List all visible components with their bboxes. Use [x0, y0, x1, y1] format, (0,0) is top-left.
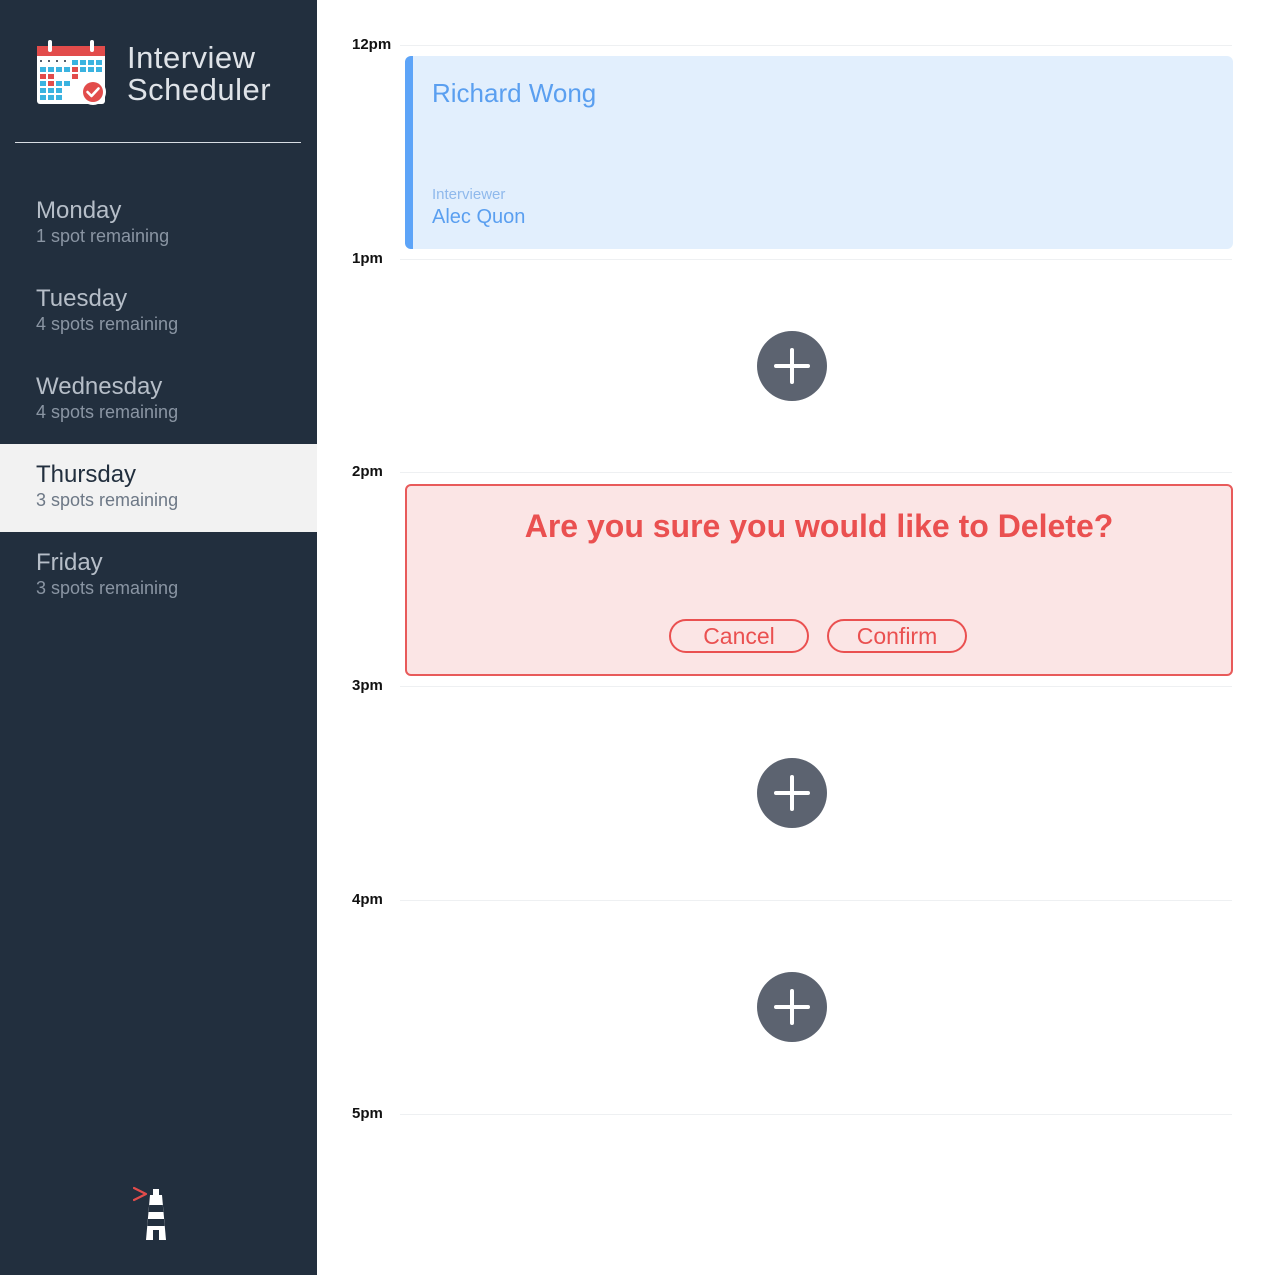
add-appointment-button[interactable] — [757, 331, 827, 401]
time-slot-2pm: 2pm Are you sure you would like to Delet… — [317, 463, 1268, 686]
day-name: Wednesday — [36, 373, 163, 400]
day-item-thursday[interactable]: Thursday 3 spots remaining — [0, 444, 317, 532]
slot-time: 5pm — [352, 1105, 383, 1122]
slot-time: 4pm — [352, 891, 383, 908]
confirm-button[interactable]: Confirm — [827, 619, 967, 653]
app-title: Interview Scheduler — [127, 42, 271, 106]
app-title-line2: Scheduler — [127, 72, 272, 107]
day-spots: 4 spots remaining — [36, 402, 179, 422]
day-item-friday[interactable]: Friday 3 spots remaining — [0, 532, 317, 620]
slot-divider — [400, 1114, 1232, 1115]
app-title-line1: Interview — [127, 40, 256, 75]
time-slot-4pm: 4pm — [317, 891, 1268, 1114]
slot-divider — [400, 45, 1232, 46]
day-item-tuesday[interactable]: Tuesday 4 spots remaining — [0, 268, 317, 356]
day-spots: 3 spots remaining — [36, 490, 179, 510]
confirmation-actions: Cancel Confirm — [669, 619, 969, 653]
day-name: Thursday — [36, 461, 137, 488]
cancel-button[interactable]: Cancel — [669, 619, 809, 653]
calendar-check-icon — [37, 40, 106, 105]
slot-time: 12pm — [352, 36, 392, 53]
time-slot-3pm: 3pm — [317, 677, 1268, 900]
slot-time: 2pm — [352, 463, 383, 480]
time-slot-5pm: 5pm — [317, 1105, 1268, 1234]
time-slot-12pm: 12pm Richard Wong Interviewer Alec Quon — [317, 36, 1268, 259]
day-item-wednesday[interactable]: Wednesday 4 spots remaining — [0, 356, 317, 444]
sidebar-divider — [15, 142, 301, 143]
schedule: 12pm Richard Wong Interviewer Alec Quon … — [317, 0, 1268, 1275]
day-list: Monday 1 spot remaining Tuesday 4 spots … — [0, 180, 317, 620]
day-spots: 4 spots remaining — [36, 314, 179, 334]
sidebar: Interview Scheduler Monday 1 spot remain… — [0, 0, 317, 1275]
appointment-card[interactable]: Richard Wong Interviewer Alec Quon — [405, 56, 1233, 249]
brand: Interview Scheduler — [36, 40, 286, 110]
day-spots: 3 spots remaining — [36, 578, 179, 598]
time-slot-1pm: 1pm — [317, 250, 1268, 473]
day-name: Friday — [36, 549, 103, 576]
lighthouse-icon — [133, 1186, 166, 1240]
day-spots: 1 spot remaining — [36, 226, 170, 246]
slot-time: 1pm — [352, 250, 383, 267]
day-name: Tuesday — [36, 285, 128, 312]
delete-confirmation: Are you sure you would like to Delete? C… — [405, 484, 1233, 676]
slot-divider — [400, 472, 1232, 473]
add-appointment-button[interactable] — [757, 972, 827, 1042]
slot-divider — [400, 259, 1232, 260]
slot-divider — [400, 686, 1232, 687]
appointment-interviewer: Alec Quon — [432, 206, 526, 228]
add-appointment-button[interactable] — [757, 758, 827, 828]
slot-divider — [400, 900, 1232, 901]
day-name: Monday — [36, 197, 122, 224]
delete-confirmation-message: Are you sure you would like to Delete? — [524, 508, 1114, 544]
slot-time: 3pm — [352, 677, 383, 694]
appointment-interviewer-label: Interviewer — [432, 186, 506, 203]
day-item-monday[interactable]: Monday 1 spot remaining — [0, 180, 317, 268]
appointment-student: Richard Wong — [432, 78, 597, 108]
